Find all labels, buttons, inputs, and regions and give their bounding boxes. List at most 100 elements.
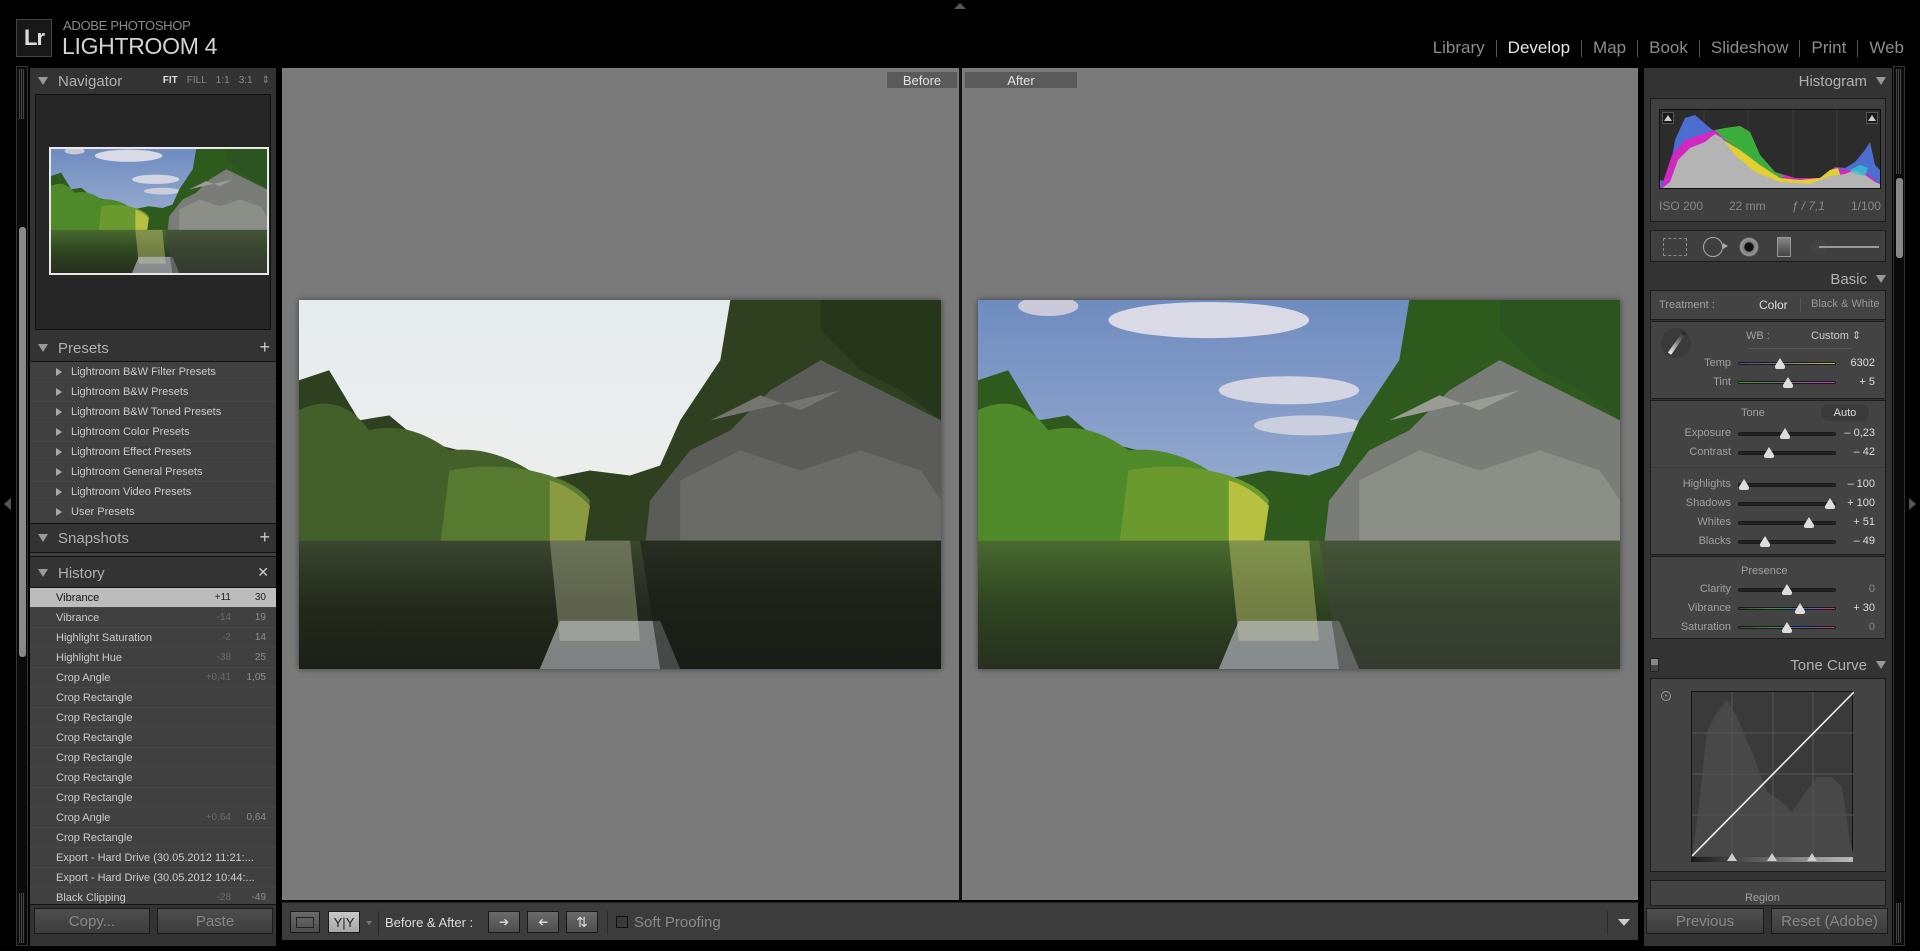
shadows-split-handle[interactable] — [1727, 853, 1737, 861]
history-item[interactable]: Crop Rectangle — [30, 768, 276, 788]
slider-highlights[interactable]: Highlights – 100 — [1651, 476, 1885, 494]
history-item[interactable]: Crop Rectangle — [30, 788, 276, 808]
history-list[interactable]: Vibrance +11 30 Vibrance -14 19 Highlight Satu… — [30, 587, 276, 905]
slider-thumb[interactable] — [1738, 479, 1749, 490]
slider-contrast[interactable]: Contrast – 42 — [1651, 444, 1885, 462]
slider-value[interactable]: + 30 — [1853, 602, 1875, 614]
history-item[interactable]: Crop Rectangle — [30, 828, 276, 848]
midtones-split-handle[interactable] — [1767, 853, 1777, 861]
preset-folder[interactable]: Lightroom Video Presets — [30, 482, 276, 502]
preset-folder[interactable]: Lightroom Color Presets — [30, 422, 276, 442]
slider-saturation[interactable]: Saturation 0 — [1651, 619, 1885, 637]
crop-overlay-tool-icon[interactable] — [1663, 238, 1687, 256]
slider-value[interactable]: – 100 — [1847, 478, 1875, 490]
slider-temp[interactable]: Temp 6302 — [1651, 355, 1885, 373]
slider-value[interactable]: + 100 — [1847, 497, 1875, 509]
soft-proofing-checkbox[interactable] — [616, 916, 628, 928]
slider-shadows[interactable]: Shadows + 100 — [1651, 495, 1885, 513]
left-panel-scrollbar[interactable] — [16, 66, 28, 946]
slider-value[interactable]: – 0,23 — [1844, 427, 1875, 439]
treatment-bw-option[interactable]: Black & White — [1811, 298, 1879, 310]
wb-preset-select[interactable]: Custom ⇕ — [1811, 329, 1861, 342]
wb-eyedropper[interactable] — [1661, 328, 1691, 358]
slider-thumb[interactable] — [1775, 358, 1786, 369]
slider-thumb[interactable] — [1782, 377, 1793, 388]
slider-blacks[interactable]: Blacks – 49 — [1651, 533, 1885, 551]
slider-whites[interactable]: Whites + 51 — [1651, 514, 1885, 532]
scroll-thumb[interactable] — [1896, 178, 1903, 258]
module-library[interactable]: Library — [1433, 38, 1485, 58]
before-after-view-button[interactable]: Y|Y — [328, 911, 360, 933]
history-item[interactable]: Highlight Saturation -2 14 — [30, 628, 276, 648]
history-item[interactable]: Export - Hard Drive (30.05.2012 10:44:..… — [30, 868, 276, 888]
module-map[interactable]: Map — [1593, 38, 1626, 58]
slider-track[interactable] — [1738, 521, 1836, 525]
history-item[interactable]: Black Clipping -28 -49 — [30, 888, 276, 904]
history-item[interactable]: Crop Rectangle — [30, 728, 276, 748]
slider-vibrance[interactable]: Vibrance + 30 — [1651, 600, 1885, 618]
preset-folder[interactable]: Lightroom Effect Presets — [30, 442, 276, 462]
red-eye-tool-icon[interactable] — [1739, 237, 1759, 257]
history-item[interactable]: Crop Rectangle — [30, 688, 276, 708]
top-panel-toggle[interactable] — [954, 3, 966, 9]
after-photo[interactable] — [978, 300, 1620, 669]
reset-button[interactable]: Reset (Adobe) — [1771, 908, 1888, 934]
preset-folder[interactable]: Lightroom B&W Presets — [30, 382, 276, 402]
shadow-clipping-toggle[interactable] — [1662, 112, 1674, 124]
navigator-header[interactable]: Navigator FIT FILL 1:1 3:1 ⇕ — [30, 68, 276, 94]
navigator-preview[interactable] — [35, 94, 271, 330]
panel-toggle-switch[interactable] — [1650, 658, 1659, 672]
highlight-clipping-toggle[interactable] — [1866, 112, 1878, 124]
slider-exposure[interactable]: Exposure – 0,23 — [1651, 425, 1885, 443]
history-item[interactable]: Crop Angle +0,41 1,05 — [30, 668, 276, 688]
snapshots-header[interactable]: Snapshots + — [30, 525, 276, 551]
paste-button[interactable]: Paste — [157, 908, 273, 934]
copy-after-to-before-button[interactable]: ➔ — [527, 911, 559, 933]
history-item[interactable]: Crop Rectangle — [30, 708, 276, 728]
slider-thumb[interactable] — [1780, 428, 1791, 439]
slider-thumb[interactable] — [1782, 584, 1792, 595]
slider-track[interactable] — [1738, 451, 1836, 455]
preset-folder[interactable]: Lightroom B&W Toned Presets — [30, 402, 276, 422]
history-header[interactable]: History ✕ — [30, 560, 276, 586]
zoom-fill[interactable]: FILL — [187, 75, 207, 86]
right-panel-scrollbar[interactable] — [1893, 66, 1905, 946]
slider-value[interactable]: + 5 — [1859, 376, 1875, 388]
slider-track[interactable] — [1738, 483, 1836, 487]
zoom-1-1[interactable]: 1:1 — [216, 75, 230, 86]
module-slideshow[interactable]: Slideshow — [1711, 38, 1789, 58]
tone-curve-header[interactable]: Tone Curve — [1644, 652, 1892, 678]
zoom-stepper-icon[interactable]: ⇕ — [262, 75, 270, 86]
preset-folder[interactable]: Lightroom General Presets — [30, 462, 276, 482]
preset-folder[interactable]: Lightroom B&W Filter Presets — [30, 362, 276, 382]
zoom-3-1[interactable]: 3:1 — [239, 75, 253, 86]
toolbar-options-dropdown-icon[interactable] — [1618, 919, 1630, 926]
history-item[interactable]: Vibrance -14 19 — [30, 608, 276, 628]
add-preset-icon[interactable]: + — [259, 337, 270, 358]
history-item[interactable]: Highlight Hue -38 25 — [30, 648, 276, 668]
slider-thumb[interactable] — [1825, 498, 1836, 509]
before-photo[interactable] — [299, 300, 941, 669]
basic-header[interactable]: Basic — [1644, 266, 1892, 292]
copy-before-to-after-button[interactable]: ➔ — [488, 911, 520, 933]
graduated-filter-tool-icon[interactable] — [1777, 237, 1791, 257]
treatment-color-option[interactable]: Color — [1759, 298, 1788, 312]
slider-tint[interactable]: Tint + 5 — [1651, 374, 1885, 392]
slider-value[interactable]: – 49 — [1854, 535, 1875, 547]
slider-value[interactable]: 6302 — [1851, 357, 1875, 369]
history-item[interactable]: Crop Angle +0,64 0,64 — [30, 808, 276, 828]
presets-header[interactable]: Presets + — [30, 335, 276, 361]
slider-thumb[interactable] — [1764, 447, 1775, 458]
slider-track[interactable] — [1738, 540, 1836, 544]
zoom-fit[interactable]: FIT — [163, 75, 178, 86]
tone-curve-graph[interactable] — [1691, 691, 1855, 857]
slider-thumb[interactable] — [1760, 536, 1771, 547]
add-snapshot-icon[interactable]: + — [259, 527, 270, 548]
histogram-graph[interactable] — [1659, 109, 1881, 189]
copy-button[interactable]: Copy... — [34, 908, 150, 934]
module-print[interactable]: Print — [1811, 38, 1846, 58]
left-panel-toggle-icon[interactable] — [4, 498, 11, 510]
slider-value[interactable]: + 51 — [1853, 516, 1875, 528]
auto-tone-button[interactable]: Auto — [1821, 404, 1869, 421]
clear-history-icon[interactable]: ✕ — [257, 564, 269, 581]
